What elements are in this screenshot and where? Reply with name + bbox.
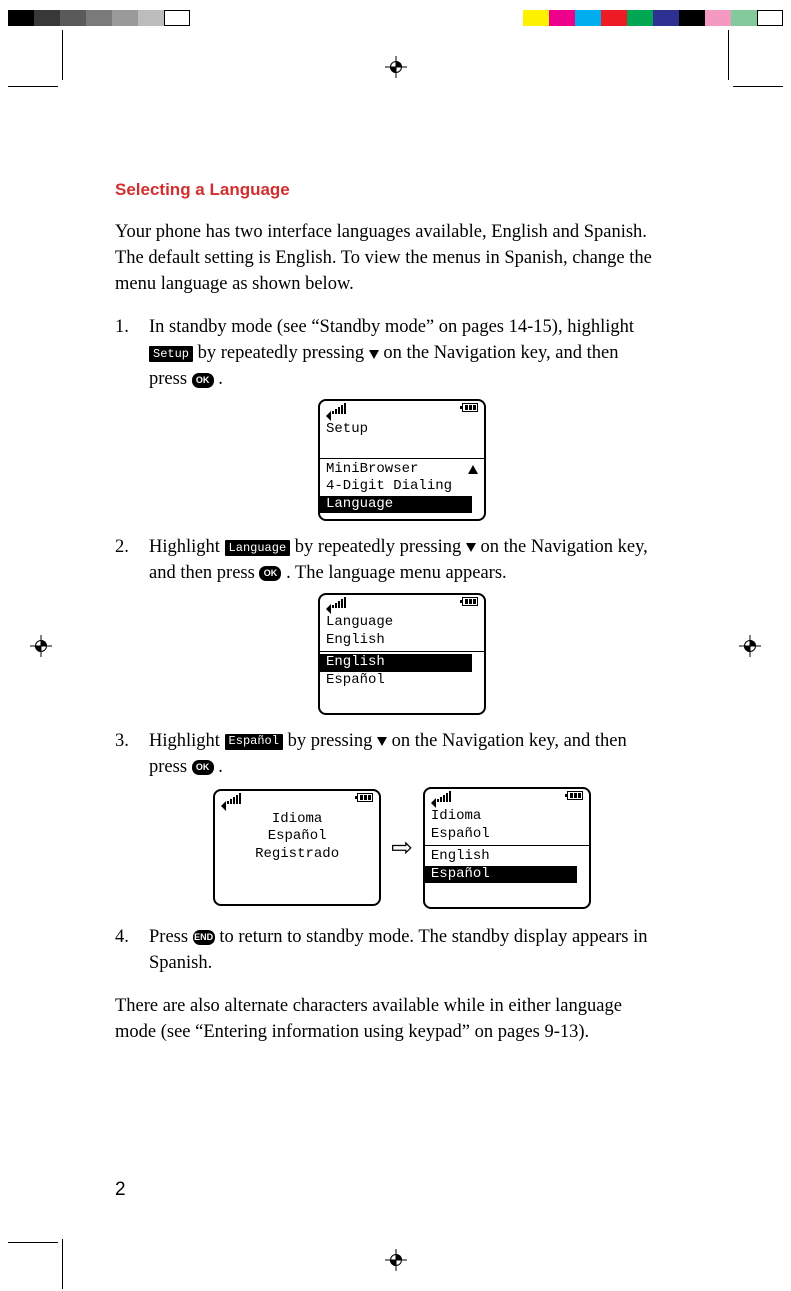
intro-paragraph: Your phone has two interface languages a… bbox=[115, 220, 655, 298]
battery-icon bbox=[462, 597, 478, 606]
signal-icon bbox=[221, 793, 241, 811]
right-arrow-icon: ⇨ bbox=[391, 835, 413, 861]
crop-mark bbox=[62, 30, 63, 80]
menu-item: Español bbox=[326, 672, 478, 690]
end-key-icon: END bbox=[193, 930, 215, 945]
step-number: 3. bbox=[115, 729, 149, 919]
registration-mark-icon bbox=[30, 635, 52, 657]
step-text: In standby mode (see “Standby mode” on p… bbox=[149, 317, 634, 337]
grayscale-color-bar bbox=[8, 10, 190, 26]
step-text: . bbox=[218, 369, 223, 389]
step-1: 1. In standby mode (see “Standby mode” o… bbox=[115, 315, 655, 529]
menu-item-selected: Español bbox=[425, 866, 577, 884]
crop-mark bbox=[733, 86, 783, 87]
step-3: 3. Highlight Español by pressing on the … bbox=[115, 729, 655, 919]
step-text: . bbox=[218, 757, 223, 777]
step-text: by pressing bbox=[288, 731, 377, 751]
phone-screen-idioma: Idioma Español English Español bbox=[423, 787, 591, 909]
inline-highlight-setup: Setup bbox=[149, 346, 193, 362]
battery-icon bbox=[567, 791, 583, 800]
menu-item-selected: English bbox=[320, 654, 472, 672]
color-bar bbox=[523, 10, 783, 26]
phone-screen-setup: Setup MiniBrowser 4-Digit Dialing Langua… bbox=[318, 399, 486, 521]
screen-title: Setup bbox=[326, 421, 478, 439]
step-text: Highlight bbox=[149, 537, 225, 557]
page-number: 2 bbox=[115, 1179, 126, 1201]
inline-highlight-espanol: Español bbox=[225, 734, 283, 750]
screen-title: Language bbox=[326, 614, 478, 632]
ok-key-icon: OK bbox=[192, 760, 214, 775]
crop-mark bbox=[62, 1239, 63, 1289]
phone-screen-confirm: Idioma Español Registrado bbox=[213, 789, 381, 906]
section-heading: Selecting a Language bbox=[115, 178, 655, 202]
step-text: . The language menu appears. bbox=[286, 563, 507, 583]
crop-mark bbox=[8, 86, 58, 87]
down-arrow-icon bbox=[466, 543, 476, 552]
step-number: 2. bbox=[115, 535, 149, 723]
menu-item: English bbox=[431, 848, 583, 866]
step-2: 2. Highlight Language by repeatedly pres… bbox=[115, 535, 655, 723]
registration-mark-icon bbox=[385, 56, 407, 78]
phone-screen-language: Language English English Español bbox=[318, 593, 486, 715]
crop-mark bbox=[8, 1242, 58, 1243]
registration-mark-icon bbox=[385, 1249, 407, 1271]
step-text: to return to standby mode. The standby d… bbox=[149, 927, 647, 973]
closing-paragraph: There are also alternate characters avai… bbox=[115, 994, 655, 1046]
step-4: 4. Press END to return to standby mode. … bbox=[115, 925, 655, 981]
step-text: by repeatedly pressing bbox=[295, 537, 466, 557]
step-number: 1. bbox=[115, 315, 149, 529]
menu-item: MiniBrowser bbox=[326, 461, 418, 479]
signal-icon bbox=[431, 791, 451, 809]
battery-icon bbox=[357, 793, 373, 802]
up-arrow-icon bbox=[468, 465, 478, 474]
confirm-line: Español bbox=[221, 828, 373, 846]
ok-key-icon: OK bbox=[192, 373, 214, 388]
signal-icon bbox=[326, 403, 346, 421]
battery-icon bbox=[462, 403, 478, 412]
page-content: Selecting a Language Your phone has two … bbox=[115, 178, 655, 1046]
step-text: Press bbox=[149, 927, 193, 947]
menu-item: 4-Digit Dialing bbox=[326, 478, 478, 496]
signal-icon bbox=[326, 597, 346, 615]
down-arrow-icon bbox=[377, 737, 387, 746]
step-text: by repeatedly pressing bbox=[198, 343, 369, 363]
menu-item-selected: Language bbox=[320, 496, 472, 514]
step-number: 4. bbox=[115, 925, 149, 981]
confirm-line: Registrado bbox=[221, 846, 373, 864]
step-text: Highlight bbox=[149, 731, 225, 751]
screen-subtitle: English bbox=[326, 632, 478, 650]
registration-mark-icon bbox=[739, 635, 761, 657]
inline-highlight-language: Language bbox=[225, 540, 291, 556]
confirm-line: Idioma bbox=[221, 811, 373, 829]
screen-subtitle: Español bbox=[431, 826, 583, 844]
down-arrow-icon bbox=[369, 350, 379, 359]
crop-mark bbox=[728, 30, 729, 80]
ok-key-icon: OK bbox=[259, 566, 281, 581]
screen-title: Idioma bbox=[431, 808, 583, 826]
